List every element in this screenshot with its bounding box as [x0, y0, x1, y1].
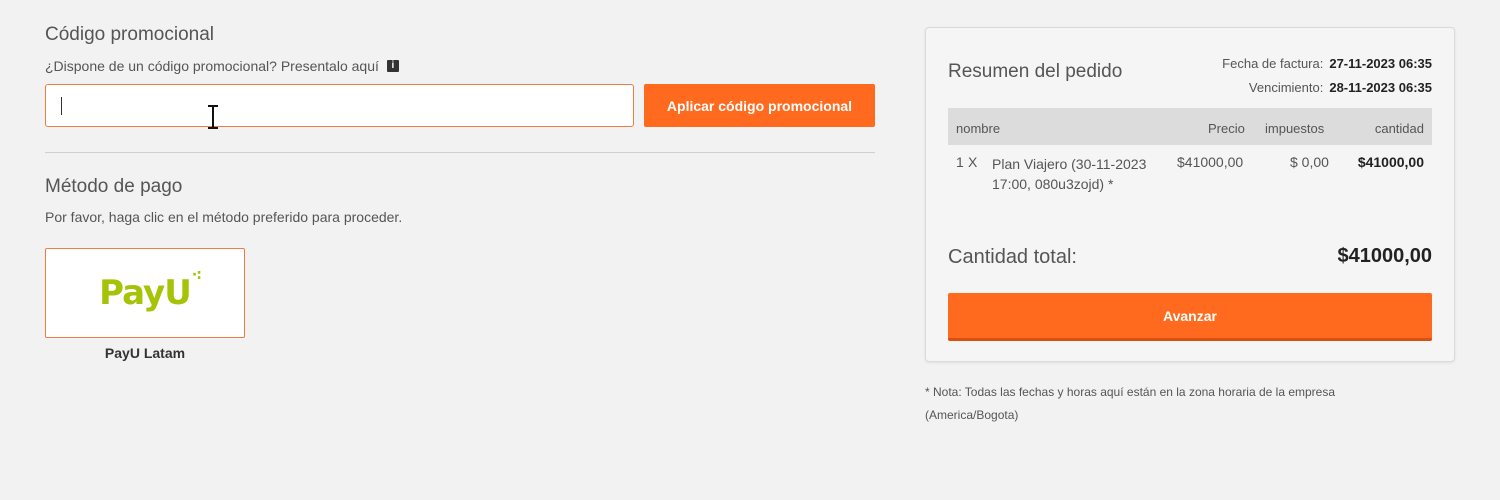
invoice-date-line: Fecha de factura: 27-11-2023 06:35 [1222, 52, 1432, 76]
order-summary-title: Resumen del pedido [948, 61, 1123, 82]
due-date-line: Vencimiento: 28-11-2023 06:35 [1222, 76, 1432, 100]
payu-method-name: PayU Latam [104, 345, 186, 361]
text-caret [61, 97, 62, 115]
column-name: nombre [956, 121, 1001, 136]
payment-method-heading: Método de pago [45, 176, 183, 197]
row-description: Plan Viajero (30-11-2023 17:00, 080u3zoj… [992, 156, 1147, 192]
promo-code-input[interactable] [46, 85, 633, 126]
row-qty: 1 [956, 154, 964, 170]
invoice-dates: Fecha de factura: 27-11-2023 06:35 Vencim… [1222, 52, 1432, 100]
invoice-date-value: 27-11-2023 06:35 [1329, 56, 1432, 71]
promo-code-field[interactable] [45, 84, 634, 129]
payment-method-subtitle: Por favor, haga clic en el método prefer… [45, 209, 403, 225]
row-tax: $ 0,00 [1290, 154, 1329, 170]
promo-subtitle-text: ¿Dispone de un código promocional? Prese… [45, 58, 379, 74]
advance-button[interactable]: Avanzar [948, 293, 1432, 341]
total-label: Cantidad total: [948, 246, 1077, 268]
column-price: Precio [1208, 121, 1245, 136]
timezone-note: * Nota: Todas las fechas y horas aquí es… [925, 385, 1336, 422]
column-tax: impuestos [1265, 121, 1325, 136]
text-cursor-icon [208, 105, 218, 129]
order-table-header: nombre Precio impuestos cantidad [948, 108, 1432, 145]
apply-promo-button[interactable]: Aplicar código promocional [644, 84, 875, 127]
order-summary-panel: Resumen del pedido Fecha de factura: 27-1… [925, 27, 1455, 362]
payu-logo-text: PayU [99, 273, 192, 313]
row-multiplier: X [968, 154, 978, 170]
promo-heading: Código promocional [45, 24, 214, 45]
total-value: $41000,00 [1337, 245, 1432, 267]
section-divider [45, 152, 875, 153]
due-date-value: 28-11-2023 06:35 [1329, 80, 1432, 95]
payu-logo-mark: ∙: [191, 267, 202, 283]
promo-subtitle: ¿Dispone de un código promocional? Prese… [45, 58, 399, 74]
info-icon[interactable]: i [386, 60, 399, 72]
column-qty: cantidad [1374, 121, 1424, 136]
row-price: $41000,00 [1177, 154, 1244, 170]
due-date-label: Vencimiento: [1248, 80, 1324, 95]
payu-method-card[interactable]: PayU ∙: [45, 248, 245, 338]
invoice-date-label: Fecha de factura: [1222, 56, 1324, 71]
row-amount: $41000,00 [1357, 154, 1424, 170]
payu-logo: PayU ∙: [99, 267, 202, 313]
